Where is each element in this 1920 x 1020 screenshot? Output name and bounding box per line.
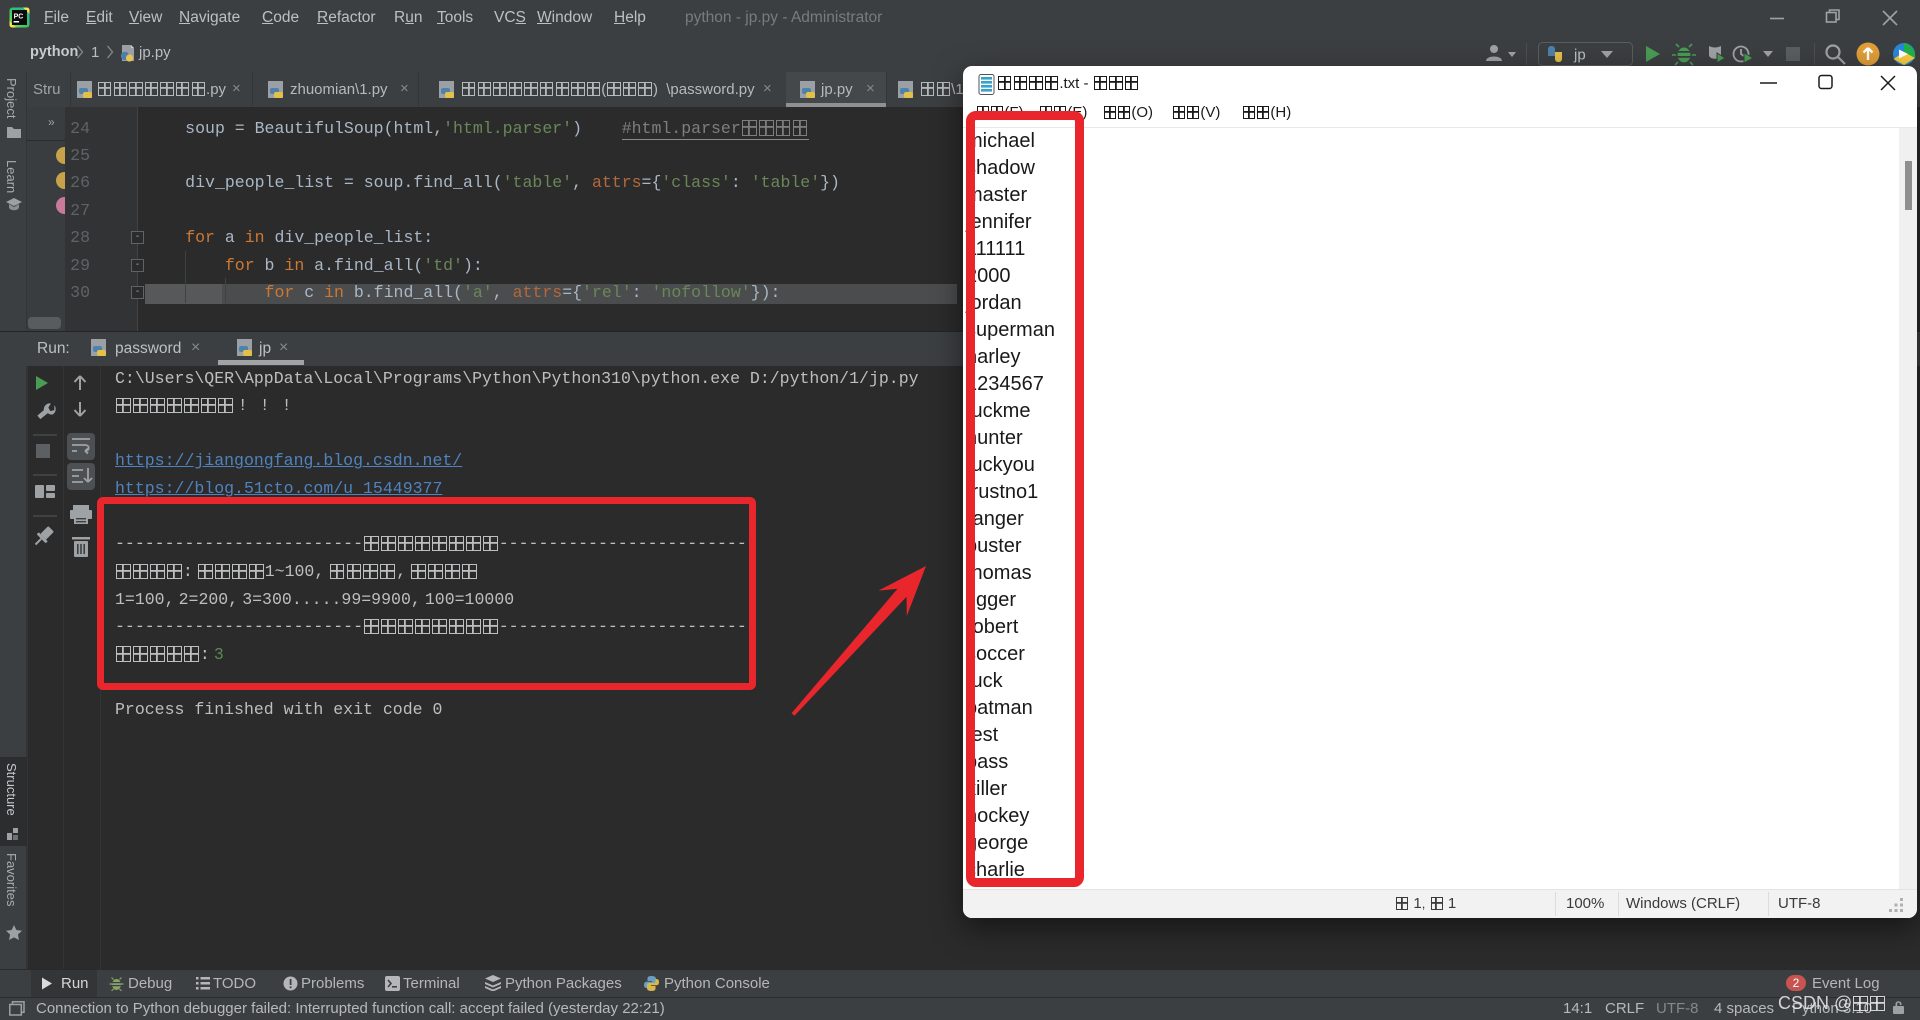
svg-text:PC: PC (14, 14, 24, 21)
svg-text:jp: jp (1573, 47, 1586, 64)
